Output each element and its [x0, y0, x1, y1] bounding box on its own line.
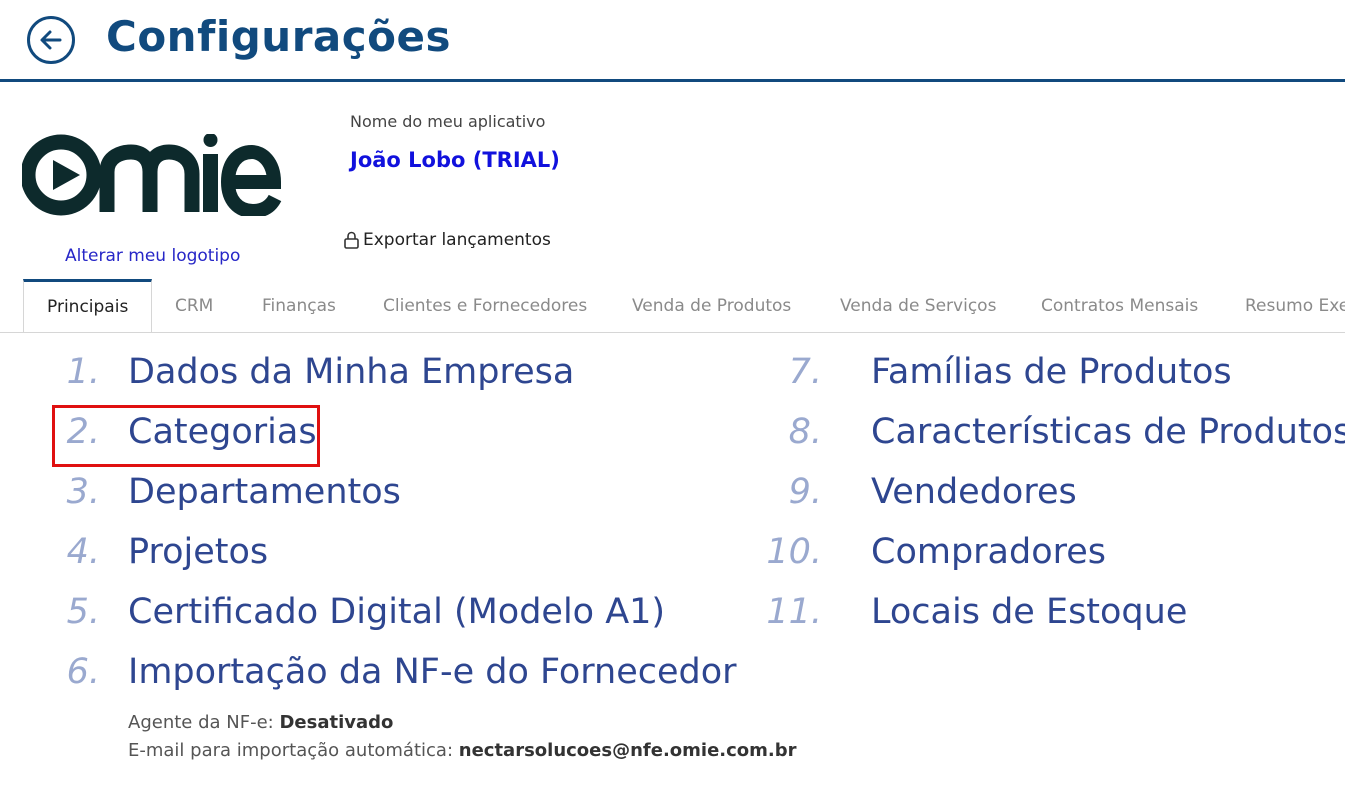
tab-clientes-fornecedores[interactable]: Clientes e Fornecedores: [383, 279, 587, 332]
page-title: Configurações: [106, 12, 452, 61]
list-item-number: 7.: [788, 352, 822, 392]
list-item-number: 8.: [788, 412, 822, 452]
list-item-number: 1.: [66, 352, 100, 392]
list-item-number: 9.: [788, 472, 822, 512]
list-item-label: Compradores: [871, 532, 1107, 572]
list-item-vendedores[interactable]: 9. Vendedores: [740, 472, 1345, 522]
nfe-agent-label: Agente da NF-e:: [128, 712, 274, 733]
list-item-label: Locais de Estoque: [871, 592, 1188, 632]
change-logo-link[interactable]: Alterar meu logotipo: [65, 246, 240, 266]
list-item-dados-empresa[interactable]: 1. Dados da Minha Empresa: [0, 352, 720, 402]
list-item-projetos[interactable]: 4. Projetos: [0, 532, 720, 582]
list-item-number: 10.: [766, 532, 822, 572]
tab-crm[interactable]: CRM: [175, 279, 213, 332]
nfe-email-value: nectarsolucoes@nfe.omie.com.br: [458, 740, 797, 761]
list-item-label: Dados da Minha Empresa: [128, 352, 575, 392]
tab-principais[interactable]: Principais: [23, 279, 153, 332]
list-item-compradores[interactable]: 10. Compradores: [740, 532, 1345, 582]
app-name-caption: Nome do meu aplicativo: [350, 112, 546, 131]
lock-icon: [344, 231, 359, 249]
nfe-email-label: E-mail para importação automática:: [128, 740, 454, 761]
export-entries-label: Exportar lançamentos: [363, 230, 551, 250]
list-item-certificado-digital[interactable]: 5. Certificado Digital (Modelo A1): [0, 592, 720, 642]
tab-bar: Principais CRM Finanças Clientes e Forne…: [0, 279, 1345, 333]
list-item-label: Vendedores: [871, 472, 1077, 512]
tab-venda-produtos[interactable]: Venda de Produtos: [632, 279, 791, 332]
list-item-label: Características de Produtos: [871, 412, 1345, 452]
list-item-label: Projetos: [128, 532, 269, 572]
header-divider: [0, 79, 1345, 82]
app-name[interactable]: João Lobo (TRIAL): [350, 148, 560, 172]
omie-logo: [22, 134, 282, 216]
list-item-importacao-nfe[interactable]: 6. Importação da NF-e do Fornecedor: [0, 652, 737, 702]
list-item-caracteristicas-produtos[interactable]: 8. Características de Produtos: [740, 412, 1345, 462]
tab-venda-servicos[interactable]: Venda de Serviços: [840, 279, 996, 332]
list-item-number: 4.: [66, 532, 100, 572]
list-item-label: Departamentos: [128, 472, 401, 512]
tab-financas[interactable]: Finanças: [262, 279, 336, 332]
list-item-departamentos[interactable]: 3. Departamentos: [0, 472, 720, 522]
export-entries-link[interactable]: Exportar lançamentos: [343, 230, 551, 250]
list-item-number: 3.: [66, 472, 100, 512]
list-item-label: Famílias de Produtos: [871, 352, 1232, 392]
tab-resumo-executivo[interactable]: Resumo Executivo: [1245, 279, 1345, 332]
list-item-number: 5.: [66, 592, 100, 632]
highlight-box: [52, 405, 320, 467]
list-item-number: 6.: [66, 652, 100, 692]
arrow-left-icon: [40, 30, 62, 50]
list-item-locais-estoque[interactable]: 11. Locais de Estoque: [740, 592, 1345, 642]
nfe-import-email: E-mail para importação automática: necta…: [128, 740, 797, 761]
nfe-agent-value: Desativado: [279, 712, 394, 733]
list-item-familias-produtos[interactable]: 7. Famílias de Produtos: [740, 352, 1345, 402]
back-button[interactable]: [27, 16, 75, 64]
list-item-label: Certificado Digital (Modelo A1): [128, 592, 666, 632]
list-item-number: 11.: [766, 592, 822, 632]
nfe-agent-status: Agente da NF-e: Desativado: [128, 712, 393, 733]
tab-contratos-mensais[interactable]: Contratos Mensais: [1041, 279, 1198, 332]
list-item-label: Importação da NF-e do Fornecedor: [128, 652, 737, 692]
